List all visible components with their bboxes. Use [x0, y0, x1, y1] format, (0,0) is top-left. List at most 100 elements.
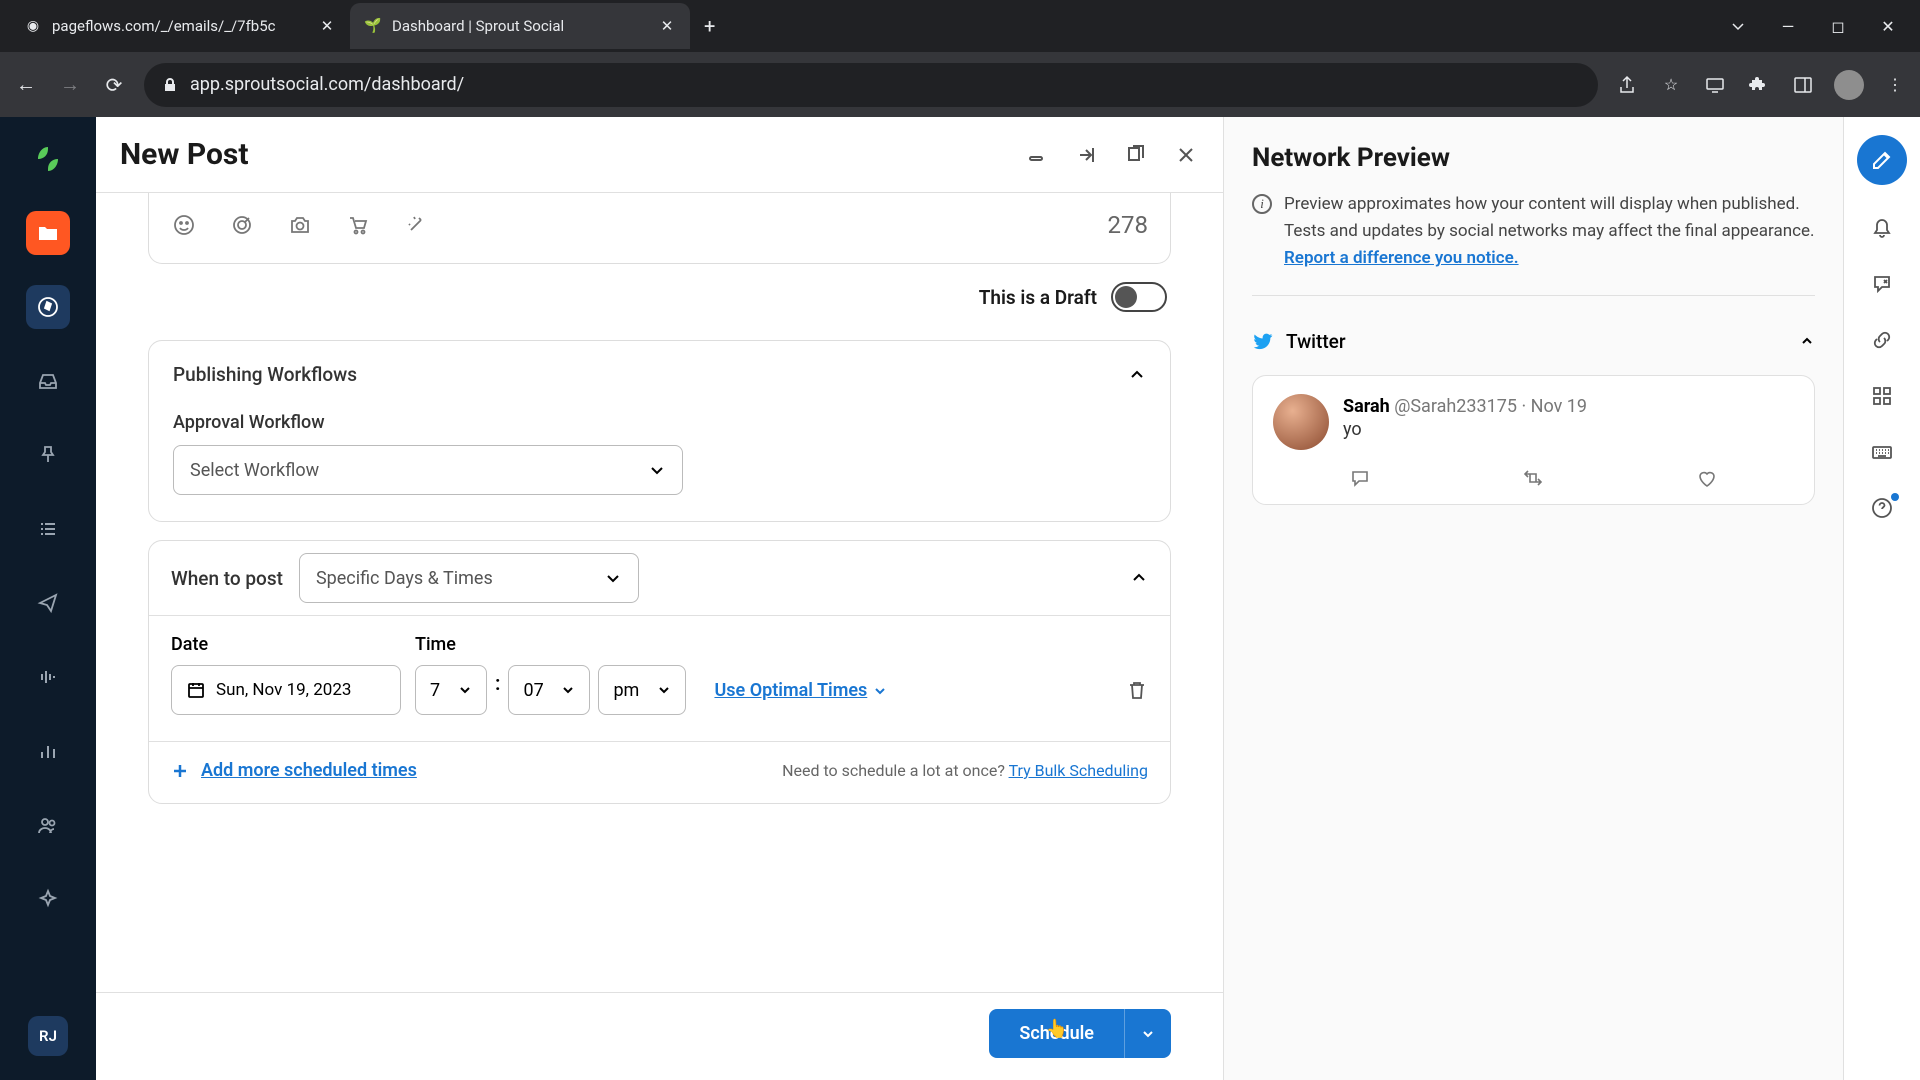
- report-difference-link[interactable]: Report a difference you notice.: [1284, 248, 1519, 268]
- bell-icon[interactable]: [1869, 215, 1895, 241]
- chevron-up-icon[interactable]: [1130, 569, 1148, 587]
- bulk-scheduling-link[interactable]: Try Bulk Scheduling: [1009, 761, 1148, 780]
- grid-icon[interactable]: [1869, 383, 1895, 409]
- address-bar[interactable]: app.sproutsocial.com/dashboard/: [144, 63, 1598, 107]
- when-to-post-section: When to post Specific Days & Times Date: [148, 540, 1171, 804]
- add-times-row: Add more scheduled times Need to schedul…: [149, 741, 1170, 803]
- schedule-button[interactable]: Schedule 👆: [989, 1009, 1124, 1058]
- draft-label: This is a Draft: [979, 286, 1097, 309]
- emoji-icon[interactable]: [171, 212, 197, 238]
- bar-chart-icon[interactable]: [26, 729, 70, 773]
- chevron-down-icon[interactable]: [1728, 16, 1748, 36]
- when-mode-select[interactable]: Specific Days & Times: [299, 553, 639, 603]
- retweet-icon[interactable]: [1521, 466, 1545, 490]
- close-window-icon[interactable]: ✕: [1878, 16, 1898, 36]
- pin-icon[interactable]: [26, 433, 70, 477]
- url-actions: ☆ ⋮: [1614, 70, 1908, 100]
- minute-select[interactable]: 07: [508, 665, 590, 715]
- when-mode-value: Specific Days & Times: [316, 568, 493, 589]
- schedule-dropdown-button[interactable]: [1124, 1009, 1171, 1058]
- sprout-logo-icon[interactable]: [26, 137, 70, 181]
- chevron-up-icon: [1799, 333, 1815, 349]
- compass-icon[interactable]: [26, 285, 70, 329]
- hour-select[interactable]: 7: [415, 665, 487, 715]
- dock-right-icon[interactable]: [1073, 142, 1099, 168]
- close-icon[interactable]: [1173, 142, 1199, 168]
- forward-button[interactable]: →: [56, 71, 84, 99]
- browser-tab[interactable]: ◉ pageflows.com/_/emails/_/7fb5c ✕: [10, 3, 350, 49]
- ampm-value: pm: [613, 680, 639, 701]
- time-colon: :: [495, 671, 500, 695]
- kebab-menu-icon[interactable]: ⋮: [1882, 72, 1908, 98]
- back-button[interactable]: ←: [12, 71, 40, 99]
- new-tab-button[interactable]: +: [690, 14, 729, 38]
- right-rail: [1844, 117, 1920, 1080]
- copy-icon[interactable]: [1123, 142, 1149, 168]
- browser-tab-active[interactable]: 🌱 Dashboard | Sprout Social ✕: [350, 3, 690, 49]
- list-icon[interactable]: [26, 507, 70, 551]
- tab-title: pageflows.com/_/emails/_/7fb5c: [52, 17, 308, 35]
- sparkle-icon[interactable]: [26, 877, 70, 921]
- bulk-prompt: Need to schedule a lot at once? Try Bulk…: [782, 761, 1148, 780]
- feedback-icon[interactable]: [1869, 271, 1895, 297]
- extensions-icon[interactable]: [1746, 72, 1772, 98]
- twitter-preview-header[interactable]: Twitter: [1252, 320, 1815, 363]
- workflow-select[interactable]: Select Workflow: [173, 445, 683, 495]
- heart-icon[interactable]: [1695, 466, 1719, 490]
- link-icon[interactable]: [1869, 327, 1895, 353]
- when-label: When to post: [171, 567, 283, 590]
- page-title: New Post: [120, 137, 249, 172]
- camera-icon[interactable]: [287, 212, 313, 238]
- star-icon[interactable]: ☆: [1658, 72, 1684, 98]
- approval-label: Approval Workflow: [173, 412, 1146, 433]
- user-badge[interactable]: RJ: [28, 1016, 68, 1056]
- add-more-times-link[interactable]: Add more scheduled times: [171, 760, 417, 781]
- people-icon[interactable]: [26, 803, 70, 847]
- cart-icon[interactable]: [345, 212, 371, 238]
- composer-panel: New Post 278 This is: [96, 117, 1224, 1080]
- tab-title: Dashboard | Sprout Social: [392, 17, 648, 35]
- composer-body: 278 This is a Draft Publishing Workflows…: [96, 193, 1223, 992]
- ampm-select[interactable]: pm: [598, 665, 686, 715]
- compose-toolbar: 278: [148, 193, 1171, 264]
- maximize-icon[interactable]: ◻: [1828, 16, 1848, 36]
- composer-header: New Post: [96, 117, 1223, 193]
- share-icon[interactable]: [1614, 72, 1640, 98]
- date-label: Date: [171, 634, 401, 655]
- window-controls: — ◻ ✕: [1728, 16, 1910, 36]
- date-value: Sun, Nov 19, 2023: [216, 680, 351, 700]
- chevron-down-icon: [604, 569, 622, 587]
- app-root: RJ New Post 278: [0, 117, 1920, 1080]
- magic-icon[interactable]: [403, 212, 429, 238]
- help-icon[interactable]: [1869, 495, 1895, 521]
- profile-avatar[interactable]: [1834, 70, 1864, 100]
- minimize-composer-icon[interactable]: [1023, 142, 1049, 168]
- browser-chrome: ◉ pageflows.com/_/emails/_/7fb5c ✕ 🌱 Das…: [0, 0, 1920, 117]
- datetime-row: Date Sun, Nov 19, 2023 Time 7: [149, 616, 1170, 741]
- composer-footer: Schedule 👆: [96, 992, 1223, 1080]
- sidepanel-icon[interactable]: [1790, 72, 1816, 98]
- desktop-icon[interactable]: [1702, 72, 1728, 98]
- reply-icon[interactable]: [1348, 466, 1372, 490]
- target-icon[interactable]: [229, 212, 255, 238]
- date-input[interactable]: Sun, Nov 19, 2023: [171, 665, 401, 715]
- tweet-preview-card: Sarah @Sarah233175 · Nov 19 yo: [1252, 375, 1815, 505]
- close-icon[interactable]: ✕: [658, 17, 676, 35]
- close-icon[interactable]: ✕: [318, 17, 336, 35]
- folder-icon[interactable]: [26, 211, 70, 255]
- send-icon[interactable]: [26, 581, 70, 625]
- audio-bars-icon[interactable]: [26, 655, 70, 699]
- keyboard-icon[interactable]: [1869, 439, 1895, 465]
- compose-button[interactable]: [1857, 135, 1907, 185]
- reload-button[interactable]: ⟳: [100, 71, 128, 99]
- optimal-times-link[interactable]: Use Optimal Times: [714, 680, 887, 701]
- minimize-icon[interactable]: —: [1778, 16, 1798, 36]
- preview-panel: Network Preview i Preview approximates h…: [1224, 117, 1844, 1080]
- workflows-header[interactable]: Publishing Workflows: [149, 341, 1170, 408]
- main-content: New Post 278 This is: [96, 117, 1920, 1080]
- draft-toggle[interactable]: [1111, 282, 1167, 312]
- preview-note: i Preview approximates how your content …: [1252, 191, 1815, 296]
- twitter-icon: [1252, 330, 1274, 352]
- inbox-icon[interactable]: [26, 359, 70, 403]
- trash-icon[interactable]: [1126, 679, 1148, 701]
